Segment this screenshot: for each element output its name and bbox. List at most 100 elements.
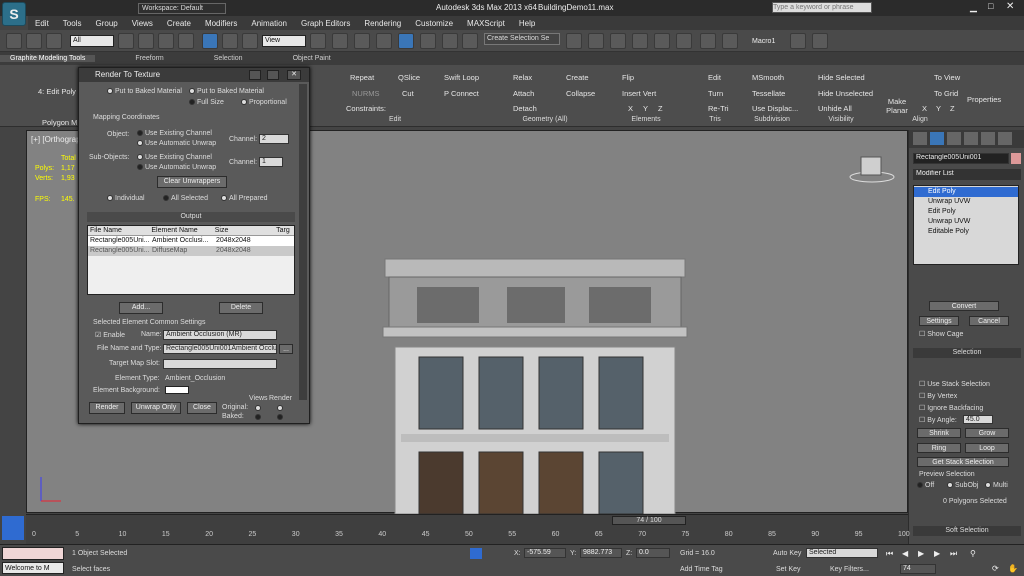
- menu-item[interactable]: MAXScript: [460, 19, 512, 28]
- proportional-radio[interactable]: Proportional: [241, 99, 287, 106]
- stack-item[interactable]: Edit Poly: [914, 207, 1018, 217]
- hide-unselected-button[interactable]: Hide Unselected: [818, 89, 873, 98]
- stack-item[interactable]: Edit Poly: [914, 187, 1018, 197]
- menu-item[interactable]: Modifiers: [198, 19, 244, 28]
- ribbon-group-polygon[interactable]: Polygon M: [42, 118, 77, 127]
- render-setup-icon[interactable]: [722, 33, 738, 49]
- grow-button[interactable]: Grow: [965, 428, 1009, 438]
- tab-selection[interactable]: Selection: [204, 55, 253, 62]
- qslice-button[interactable]: QSlice: [398, 73, 420, 82]
- modifier-stack[interactable]: Edit Poly Unwrap UVW Edit Poly Unwrap UV…: [913, 185, 1019, 265]
- col-file-name[interactable]: File Name: [88, 226, 151, 235]
- rect-selection-icon[interactable]: [158, 33, 174, 49]
- by-vertex-checkbox[interactable]: ☐ By Vertex: [919, 392, 957, 400]
- align-y-button[interactable]: Y: [936, 104, 941, 113]
- ribbon-mode[interactable]: 4: Edit Poly: [38, 87, 76, 96]
- current-frame-field[interactable]: 74: [900, 564, 936, 574]
- object-color-swatch[interactable]: [1011, 153, 1021, 164]
- col-element-name[interactable]: Element Name: [151, 226, 214, 235]
- p-connect-button[interactable]: P Connect: [444, 89, 479, 98]
- hierarchy-tab-icon[interactable]: [947, 132, 961, 145]
- dialog-title-bar[interactable]: Render To Texture ✕: [79, 68, 309, 82]
- repeat-button[interactable]: Repeat: [350, 73, 374, 82]
- attach-button[interactable]: Attach: [513, 89, 534, 98]
- snap-icon[interactable]: [376, 33, 392, 49]
- dialog-close-icon[interactable]: ✕: [287, 70, 301, 80]
- sub-existing-radio[interactable]: Use Existing Channel: [137, 154, 212, 161]
- motion-tab-icon[interactable]: [964, 132, 978, 145]
- percent-snap-icon[interactable]: [420, 33, 436, 49]
- retri-button[interactable]: Re-Tri: [708, 104, 729, 113]
- pan-icon[interactable]: ✋: [1008, 564, 1018, 573]
- convert-button[interactable]: Convert: [929, 301, 999, 311]
- put-baked-radio[interactable]: Put to Baked Material: [107, 88, 182, 95]
- shrink-button[interactable]: Shrink: [917, 428, 961, 438]
- set-key-button[interactable]: Set Key: [776, 566, 801, 573]
- maxscript-listener[interactable]: [2, 547, 64, 560]
- sub-channel-spinner[interactable]: 1: [259, 157, 283, 167]
- use-displace-button[interactable]: Use Displac...: [752, 104, 798, 113]
- select-by-name-icon[interactable]: [138, 33, 154, 49]
- group-geometry[interactable]: Geometry (All): [500, 116, 590, 126]
- scale-icon[interactable]: [242, 33, 258, 49]
- insert-vert-button[interactable]: Insert Vert: [622, 89, 656, 98]
- element-name-field[interactable]: Ambient Occlusion (MR): [163, 330, 277, 340]
- clear-unwrappers-button[interactable]: Clear Unwrappers: [157, 176, 227, 188]
- cancel-button[interactable]: Cancel: [969, 316, 1009, 326]
- soft-selection-rollout[interactable]: Soft Selection: [913, 526, 1021, 536]
- schematic-view-icon[interactable]: [676, 33, 692, 49]
- selection-rollout-header[interactable]: Selection: [913, 348, 1021, 358]
- y-coord-field[interactable]: 9882.773: [580, 548, 622, 558]
- create-button[interactable]: Create: [566, 73, 589, 82]
- detach-button[interactable]: Detach: [513, 104, 537, 113]
- menu-item[interactable]: Edit: [28, 19, 56, 28]
- file-name-field[interactable]: Rectangle005Uni001Ambient Occlu: [163, 344, 277, 354]
- turn-button[interactable]: Turn: [708, 89, 723, 98]
- align-x-button[interactable]: X: [922, 104, 927, 113]
- nurms-button[interactable]: NURMS: [352, 89, 380, 98]
- individual-radio[interactable]: Individual: [107, 195, 145, 202]
- pivot-icon[interactable]: [310, 33, 326, 49]
- original-render-radio[interactable]: [277, 405, 283, 411]
- macro-label[interactable]: Macro1: [752, 38, 775, 45]
- next-frame-icon[interactable]: ▶: [934, 549, 940, 558]
- col-size[interactable]: Size: [215, 226, 276, 235]
- preview-subobj-radio[interactable]: SubObj: [947, 482, 978, 489]
- tab-graphite[interactable]: Graphite Modeling Tools: [0, 55, 96, 62]
- select-object-icon[interactable]: [118, 33, 134, 49]
- hide-selected-button[interactable]: Hide Selected: [818, 73, 865, 82]
- dialog-maximize-icon[interactable]: [267, 70, 279, 80]
- edit-named-sets-icon[interactable]: [462, 33, 478, 49]
- to-grid-button[interactable]: To Grid: [934, 89, 958, 98]
- unwrap-only-button[interactable]: Unwrap Only: [131, 402, 181, 414]
- workspace-dropdown[interactable]: Workspace: Default: [138, 3, 226, 14]
- search-input[interactable]: [772, 2, 872, 13]
- output-header[interactable]: Output: [87, 212, 295, 222]
- stack-item[interactable]: Unwrap UVW: [914, 197, 1018, 207]
- menu-item[interactable]: Views: [125, 19, 160, 28]
- render-frame-icon[interactable]: [790, 33, 806, 49]
- selection-filter-dropdown[interactable]: All: [70, 35, 114, 47]
- menu-item[interactable]: Group: [88, 19, 124, 28]
- target-slot-dropdown[interactable]: [163, 359, 277, 369]
- play-icon[interactable]: ▶: [918, 549, 924, 558]
- properties-button[interactable]: Properties: [967, 95, 1001, 104]
- viewport-label[interactable]: [+] [Orthograp: [31, 135, 81, 144]
- key-filters-button[interactable]: Key Filters...: [830, 566, 869, 573]
- modifier-list-dropdown[interactable]: Modifier List: [913, 169, 1021, 180]
- create-tab-icon[interactable]: [913, 132, 927, 145]
- rotate-icon[interactable]: [222, 33, 238, 49]
- make-planar-button[interactable]: Make Planar: [884, 97, 910, 115]
- enable-checkbox[interactable]: ☑ Enable: [95, 331, 125, 339]
- modify-tab-icon[interactable]: [930, 132, 944, 145]
- zoom-icon[interactable]: ⚲: [970, 549, 976, 558]
- use-existing-radio[interactable]: Use Existing Channel: [137, 130, 212, 137]
- align-icon[interactable]: [588, 33, 604, 49]
- move-icon[interactable]: [202, 33, 218, 49]
- ref-coord-dropdown[interactable]: View: [262, 35, 306, 47]
- col-target[interactable]: Targ: [276, 226, 294, 235]
- table-row[interactable]: Rectangle005Uni... DiffuseMap 2048x2048: [88, 246, 294, 256]
- table-row[interactable]: Rectangle005Uni... Ambient Occlusi... 20…: [88, 236, 294, 246]
- relax-button[interactable]: Relax: [513, 73, 532, 82]
- material-editor-icon[interactable]: [700, 33, 716, 49]
